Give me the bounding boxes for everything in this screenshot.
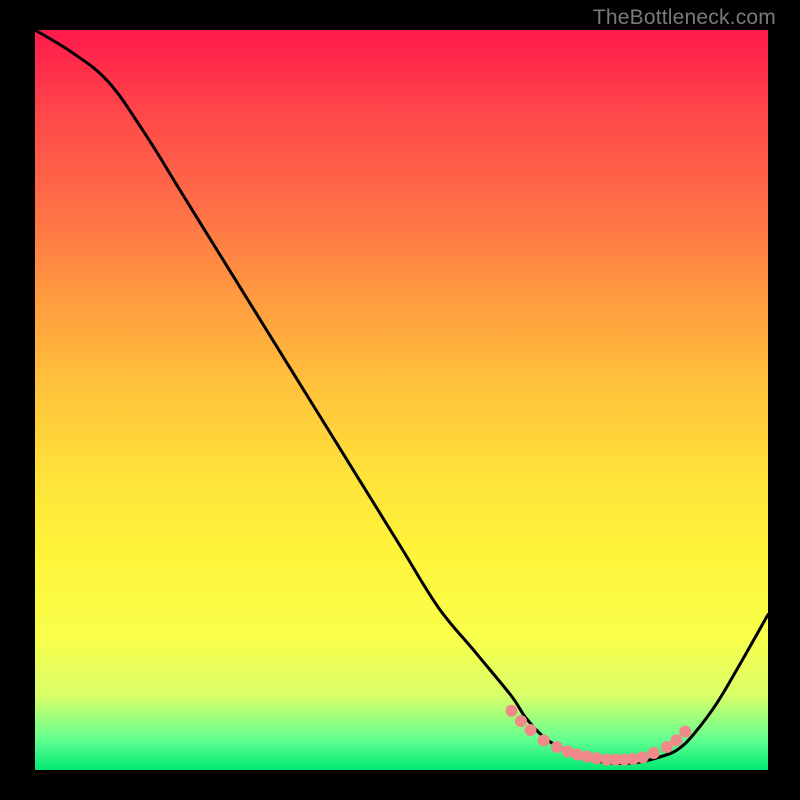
watermark-text: TheBottleneck.com: [593, 6, 776, 30]
highlight-dot: [525, 724, 537, 736]
chart-frame: TheBottleneck.com: [0, 0, 800, 800]
highlight-dot: [590, 752, 602, 764]
bottleneck-curve: [35, 30, 768, 770]
plot-area: [35, 30, 768, 770]
highlight-dot: [648, 747, 660, 759]
highlight-dot: [670, 734, 682, 746]
curve-path: [35, 30, 768, 764]
highlight-dot: [505, 705, 517, 717]
highlight-dot: [515, 715, 527, 727]
highlight-dot: [637, 751, 649, 763]
highlight-dot: [551, 741, 563, 753]
highlight-dot: [679, 726, 691, 738]
highlight-dot: [538, 734, 550, 746]
